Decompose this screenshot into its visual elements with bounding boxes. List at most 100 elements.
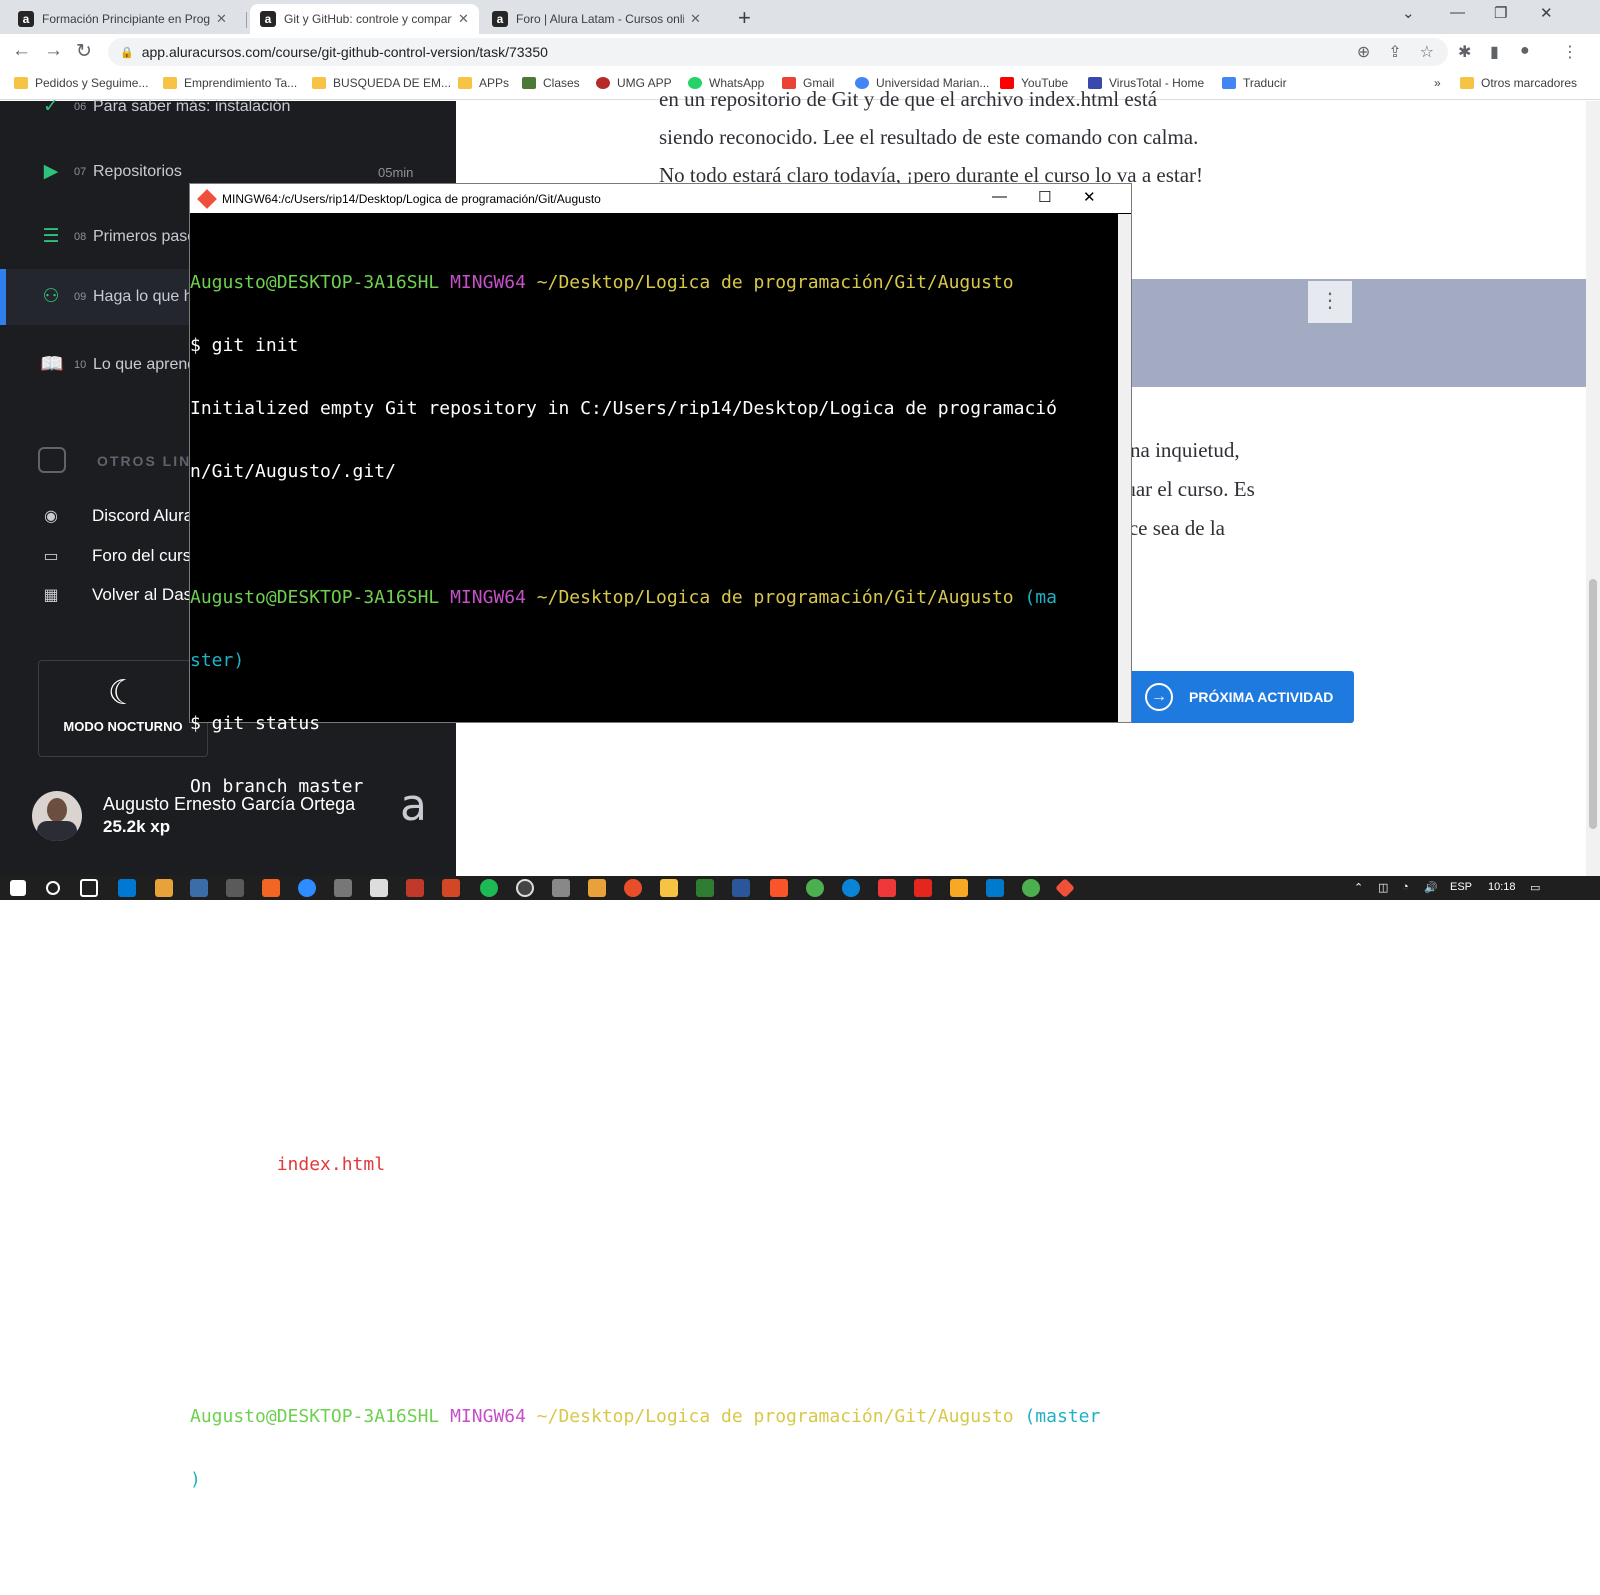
paragraph-line: en un repositorio de Git y de que el arc… — [659, 87, 1158, 111]
alura-favicon-icon: a — [492, 11, 508, 27]
terminal-output[interactable]: Augusto@DESKTOP-3A16SHL MINGW64 ~/Deskto… — [190, 214, 1118, 1553]
menu-icon[interactable]: ⋮ — [1562, 42, 1578, 62]
forward-icon[interactable]: → — [44, 40, 63, 62]
folder-icon — [1460, 77, 1474, 89]
moon-icon: ☾ — [107, 674, 139, 712]
list-icon: ☰ — [42, 226, 60, 247]
minimize-icon[interactable]: — — [992, 188, 1007, 205]
settings-icon[interactable] — [334, 879, 352, 897]
wifi-icon[interactable]: ◔ — [1402, 881, 1409, 893]
new-tab-icon[interactable]: + — [738, 5, 751, 31]
terminal-title-bar[interactable]: MINGW64:/c/Users/rip14/Desktop/Logica de… — [190, 184, 1131, 213]
more-bookmarks-button[interactable]: » — [1434, 76, 1441, 90]
discord-icon: ◉ — [44, 508, 58, 525]
chat-icon: ▭ — [43, 548, 59, 565]
tab-label: Git y GitHub: controle y compart — [284, 12, 452, 26]
alura-favicon-icon: a — [260, 11, 276, 27]
profile-icon[interactable]: ● — [1520, 42, 1530, 60]
brave-icon[interactable] — [770, 879, 788, 897]
avatar — [32, 791, 82, 841]
umg-icon — [596, 77, 610, 89]
vivaldi-icon[interactable] — [878, 879, 896, 897]
scrollbar-thumb[interactable] — [1589, 579, 1597, 829]
store-icon[interactable] — [155, 879, 173, 897]
back-icon[interactable]: ← — [12, 40, 31, 62]
powerpoint-icon[interactable] — [442, 879, 460, 897]
tab-git-github[interactable]: a Git y GitHub: controle y compart ✕ — [250, 4, 479, 34]
close-icon[interactable]: ✕ — [216, 11, 227, 27]
app-icon[interactable] — [914, 879, 932, 897]
notepad-icon[interactable] — [370, 879, 388, 897]
windows-start-icon[interactable] — [10, 880, 26, 896]
sublime-icon[interactable] — [950, 879, 968, 897]
share-icon[interactable]: ⇪ — [1388, 42, 1401, 62]
volume-icon[interactable]: 🔊 — [1424, 881, 1438, 894]
git-bash-window[interactable]: MINGW64:/c/Users/rip14/Desktop/Logica de… — [189, 183, 1132, 1553]
zoom-app-icon[interactable] — [298, 879, 316, 897]
sidebar-panel-icon[interactable]: ▮ — [1490, 42, 1499, 62]
windows-taskbar: ⌃ ◫ ◔ 🔊 ESP 10:18 ▭ — [0, 876, 1600, 900]
page-scrollbar[interactable] — [1586, 101, 1600, 876]
zoom-icon[interactable]: ⊕ — [1357, 42, 1370, 62]
reload-icon[interactable]: ↻ — [76, 40, 92, 63]
word-icon[interactable] — [732, 879, 750, 897]
lock-icon: 🔒 — [120, 46, 134, 59]
maximize-icon[interactable]: ☐ — [1038, 188, 1051, 206]
address-bar[interactable]: 🔒 app.aluracursos.com/course/git-github-… — [108, 38, 1448, 66]
sidebar-item-instalacion[interactable]: ✓ 06 Para saber más: instalación — [0, 79, 456, 135]
clock[interactable]: 10:18 — [1488, 881, 1516, 893]
bookmark-item[interactable]: Clases — [522, 76, 580, 90]
other-bookmarks[interactable]: Otros marcadores — [1460, 76, 1577, 90]
chevron-up-icon[interactable]: ⌃ — [1354, 881, 1363, 894]
minimize-icon[interactable]: — — [1450, 4, 1465, 21]
tab-formacion[interactable]: a Formación Principiante en Progra ✕ — [8, 4, 237, 34]
more-options-icon[interactable]: ⋮ — [1308, 281, 1352, 323]
git-bash-icon — [197, 188, 217, 209]
terminal-scrollbar[interactable] — [1118, 214, 1131, 722]
app-icon[interactable] — [1022, 879, 1040, 897]
terminal-title: MINGW64:/c/Users/rip14/Desktop/Logica de… — [222, 191, 601, 206]
paragraph-line: siendo reconocido. Lee el resultado de e… — [659, 125, 1199, 149]
app-icon[interactable] — [696, 879, 714, 897]
app-icon[interactable] — [624, 879, 642, 897]
chevron-down-icon[interactable]: ⌄ — [1402, 4, 1415, 22]
spotify-icon[interactable] — [480, 879, 498, 897]
alura-favicon-icon: a — [18, 11, 34, 27]
media-icon[interactable] — [588, 879, 606, 897]
chrome-icon[interactable] — [806, 879, 824, 897]
close-icon[interactable]: ✕ — [690, 11, 701, 27]
app-icon[interactable] — [226, 879, 244, 897]
video-icon: ▶ — [43, 161, 59, 182]
restore-icon[interactable]: ❐ — [1494, 4, 1507, 22]
app-icon[interactable] — [406, 879, 424, 897]
mail-icon[interactable] — [118, 879, 136, 897]
git-bash-icon[interactable] — [1055, 878, 1075, 898]
close-icon[interactable]: ✕ — [1083, 188, 1096, 206]
task-view-icon[interactable] — [80, 879, 98, 897]
tab-foro[interactable]: a Foro | Alura Latam - Cursos onlin ✕ — [482, 4, 711, 34]
close-icon[interactable]: ✕ — [458, 11, 469, 27]
notifications-icon[interactable]: ▭ — [1530, 881, 1540, 894]
obs-icon[interactable] — [516, 879, 534, 897]
language-indicator[interactable]: ESP — [1450, 881, 1472, 893]
vscode-icon[interactable] — [986, 879, 1004, 897]
next-activity-button[interactable]: → PRÓXIMA ACTIVIDAD — [1121, 671, 1354, 723]
star-icon[interactable]: ☆ — [1420, 42, 1434, 62]
close-window-icon[interactable]: ✕ — [1540, 4, 1553, 22]
discord-link[interactable]: ◉ Discord Alura — [40, 506, 193, 526]
calculator-icon[interactable] — [552, 879, 570, 897]
app-icon[interactable] — [262, 879, 280, 897]
url-text: app.aluracursos.com/course/git-github-co… — [141, 44, 548, 60]
bookmark-item[interactable]: APPs — [458, 76, 509, 90]
foro-link[interactable]: ▭ Foro del curso — [40, 546, 200, 566]
night-mode-button[interactable]: ☾ MODO NOCTURNO — [38, 660, 208, 757]
app-icon[interactable] — [190, 879, 208, 897]
bookmark-item[interactable]: Traducir — [1222, 76, 1287, 90]
book-icon: 📖 — [40, 354, 64, 375]
links-icon — [38, 447, 66, 473]
search-icon[interactable] — [46, 881, 60, 895]
network-icon[interactable]: ◫ — [1378, 881, 1388, 894]
edge-icon[interactable] — [842, 879, 860, 897]
extensions-icon[interactable]: ✱ — [1458, 42, 1471, 62]
file-explorer-icon[interactable] — [660, 879, 678, 897]
